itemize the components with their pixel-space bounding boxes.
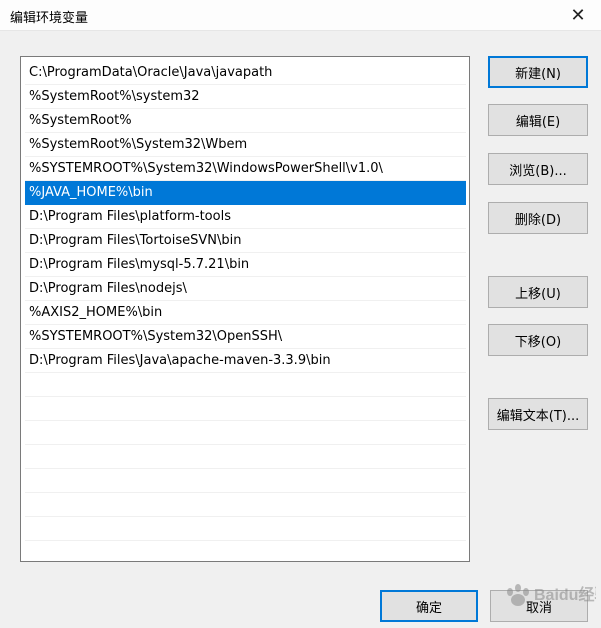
move-up-button[interactable]: 上移(U): [488, 276, 588, 308]
empty-list-row[interactable]: [25, 421, 466, 445]
path-list-item[interactable]: C:\ProgramData\Oracle\Java\javapath: [25, 61, 466, 85]
empty-list-row[interactable]: [25, 373, 466, 397]
edit-button[interactable]: 编辑(E): [488, 104, 588, 136]
path-list-item[interactable]: %AXIS2_HOME%\bin: [25, 301, 466, 325]
browse-button[interactable]: 浏览(B)...: [488, 153, 588, 185]
empty-list-row[interactable]: [25, 469, 466, 493]
path-list-item[interactable]: D:\Program Files\mysql-5.7.21\bin: [25, 253, 466, 277]
path-listbox[interactable]: C:\ProgramData\Oracle\Java\javapath %Syst…: [20, 56, 470, 562]
path-list-item[interactable]: D:\Program Files\platform-tools: [25, 205, 466, 229]
empty-list-row[interactable]: [25, 517, 466, 541]
path-list-item[interactable]: %SYSTEMROOT%\System32\WindowsPowerShell\…: [25, 157, 466, 181]
path-list-item[interactable]: D:\Program Files\nodejs\: [25, 277, 466, 301]
cancel-button[interactable]: 取消: [490, 590, 588, 622]
edit-text-button[interactable]: 编辑文本(T)...: [488, 398, 588, 430]
empty-list-row[interactable]: [25, 493, 466, 517]
title-bar: 编辑环境变量 ✕: [0, 0, 601, 31]
close-button[interactable]: ✕: [555, 0, 601, 30]
delete-button[interactable]: 删除(D): [488, 202, 588, 234]
path-list-item[interactable]: %SystemRoot%: [25, 109, 466, 133]
window-title: 编辑环境变量: [10, 11, 89, 26]
empty-list-row[interactable]: [25, 541, 466, 561]
move-down-button[interactable]: 下移(O): [488, 324, 588, 356]
path-list-item[interactable]: D:\Program Files\TortoiseSVN\bin: [25, 229, 466, 253]
empty-list-row[interactable]: [25, 445, 466, 469]
path-list-item[interactable]: D:\Program Files\Java\apache-maven-3.3.9…: [25, 349, 466, 373]
close-icon: ✕: [570, 4, 586, 26]
path-list-item[interactable]: %JAVA_HOME%\bin: [25, 181, 466, 205]
empty-list-row[interactable]: [25, 397, 466, 421]
path-list-item[interactable]: %SYSTEMROOT%\System32\OpenSSH\: [25, 325, 466, 349]
ok-button[interactable]: 确定: [380, 590, 478, 622]
path-list-item[interactable]: %SystemRoot%\system32: [25, 85, 466, 109]
path-list-item[interactable]: %SystemRoot%\System32\Wbem: [25, 133, 466, 157]
new-button[interactable]: 新建(N): [488, 56, 588, 88]
